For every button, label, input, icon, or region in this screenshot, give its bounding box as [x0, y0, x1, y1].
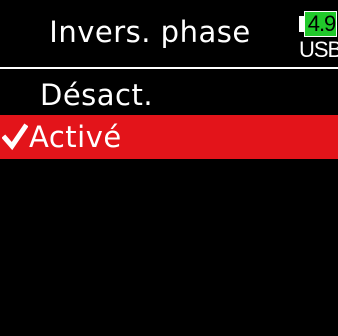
- screen: Invers. phase 4.9 USB Désact. Activé: [0, 0, 338, 336]
- header: Invers. phase 4.9 USB: [0, 0, 338, 66]
- battery-voltage: 4.9: [307, 11, 337, 36]
- page-title: Invers. phase: [49, 15, 251, 49]
- header-divider: [0, 67, 338, 69]
- option-desact[interactable]: Désact.: [0, 73, 338, 117]
- option-label: Activé: [29, 120, 122, 154]
- battery-icon: 4.9: [304, 11, 337, 37]
- battery-indicator: 4.9 USB: [299, 11, 338, 63]
- option-label: Désact.: [40, 78, 154, 112]
- option-active[interactable]: Activé: [0, 115, 338, 159]
- checkmark-icon: [2, 117, 28, 157]
- power-source-label: USB: [299, 37, 338, 62]
